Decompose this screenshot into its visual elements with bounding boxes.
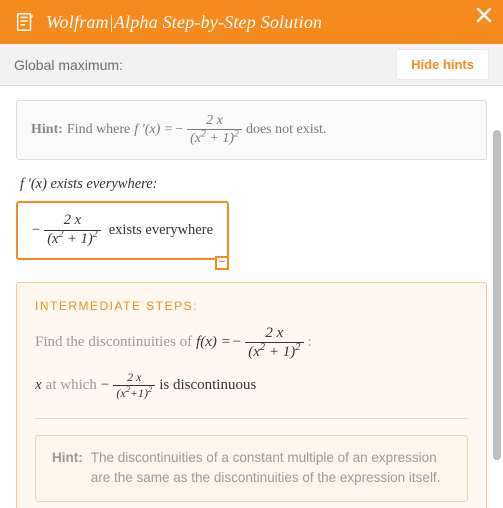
scrollbar-thumb[interactable] <box>493 130 501 460</box>
hint-formula: f ′(x) = − 2 x (x2 + 1)2 <box>134 113 242 147</box>
x-var: x <box>35 377 42 394</box>
intermediate-steps-box: INTERMEDIATE STEPS: Find the discontinui… <box>16 282 487 508</box>
statement-line: f ′(x) exists everywhere: <box>20 176 487 193</box>
int-text-end: is discontinuous <box>159 377 256 394</box>
fx-lhs: f(x) = <box>196 334 231 351</box>
close-button[interactable] <box>475 6 493 24</box>
collapse-toggle[interactable]: − <box>215 256 229 270</box>
frac-num: 2 x <box>203 113 226 129</box>
result-box: − 2 x (x2 + 1)2 exists everywhere − <box>16 201 229 260</box>
inner-hint-text: The discontinuities of a constant multip… <box>91 448 451 489</box>
frac-den: (x2+1)2 <box>113 385 155 400</box>
titlebar: Wolfram|Alpha Step-by-Step Solution <box>0 0 503 44</box>
step-by-step-window: Wolfram|Alpha Step-by-Step Solution Glob… <box>0 0 503 508</box>
minus-icon: − <box>219 257 225 268</box>
int-text-post: : <box>308 334 312 351</box>
intermediate-heading: INTERMEDIATE STEPS: <box>35 299 468 313</box>
frac-num: 2 x <box>124 371 144 385</box>
hint-label: Hint: <box>31 122 63 138</box>
int-text: Find the discontinuities of <box>35 334 192 351</box>
content-area: Hint: Find where f ′(x) = − 2 x (x2 + 1)… <box>0 86 503 508</box>
frac-num: 2 x <box>61 213 84 230</box>
hint-box: Hint: Find where f ′(x) = − 2 x (x2 + 1)… <box>16 100 487 160</box>
result-formula: − 2 x (x2 + 1)2 <box>32 213 101 248</box>
inner-hint-box: Hint: The discontinuities of a constant … <box>35 435 468 502</box>
fprime-lhs: f ′(x) = <box>134 122 173 138</box>
frac-den: (x2 + 1)2 <box>187 129 242 146</box>
result-text: exists everywhere <box>109 222 213 239</box>
hint-text-pre: Find where <box>67 122 130 138</box>
hide-hints-button[interactable]: Hide hints <box>396 49 489 80</box>
intermediate-line-1: Find the discontinuities of f(x) = − 2 x… <box>35 325 468 361</box>
int-text-mid: at which <box>46 377 97 394</box>
divider <box>35 418 468 419</box>
inner-hint-label: Hint: <box>52 448 83 489</box>
int-formula-1: f(x) = − 2 x (x2 + 1)2 <box>196 325 303 361</box>
int-formula-2: − 2 x (x2+1)2 <box>101 371 155 400</box>
section-label: Global maximum: <box>14 57 123 73</box>
frac-num: 2 x <box>262 325 286 343</box>
close-icon <box>475 6 493 24</box>
fprime-ref: f ′(x) <box>20 176 47 192</box>
window-title: Wolfram|Alpha Step-by-Step Solution <box>46 12 322 33</box>
statement-text: exists everywhere: <box>47 176 158 192</box>
frac-den: (x2 + 1)2 <box>44 230 101 248</box>
intermediate-line-2: x at which − 2 x (x2+1)2 is discontinuou… <box>35 371 468 400</box>
frac-den: (x2 + 1)2 <box>245 342 303 361</box>
hint-text-post: does not exist. <box>246 122 327 138</box>
notebook-icon <box>14 11 36 33</box>
subheader: Global maximum: Hide hints <box>0 44 503 86</box>
